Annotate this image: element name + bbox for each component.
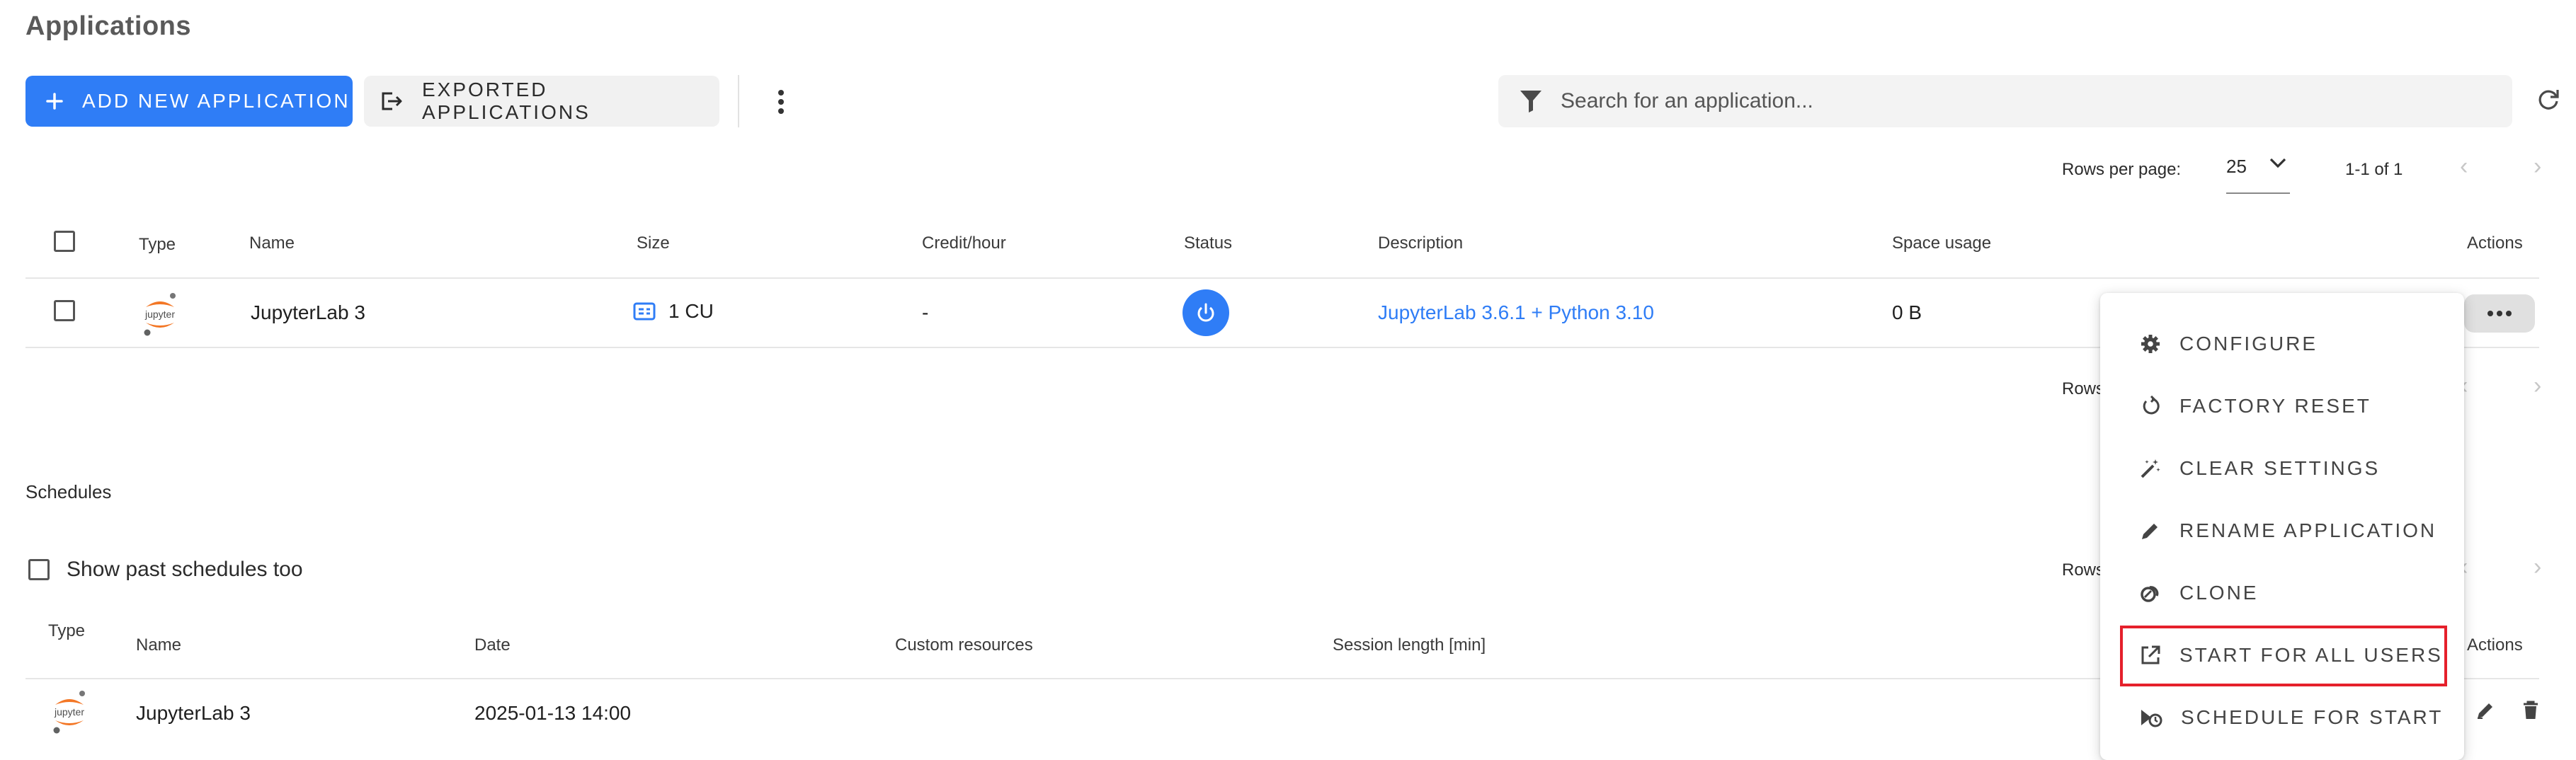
export-icon bbox=[380, 91, 404, 112]
show-past-checkbox[interactable] bbox=[28, 559, 50, 580]
show-past-label: Show past schedules too bbox=[67, 558, 303, 581]
menu-item-label: CLEAR SETTINGS bbox=[2179, 457, 2381, 479]
search-input[interactable] bbox=[1559, 88, 2512, 114]
schedule-icon bbox=[2140, 707, 2162, 728]
app-description-link[interactable]: JupyterLab 3.6.1 + Python 3.10 bbox=[1378, 301, 1654, 324]
rows-label-truncated-schedules: Rows bbox=[2062, 560, 2105, 580]
menu-item-label: START FOR ALL USERS bbox=[2179, 644, 2443, 666]
menu-item-label: FACTORY RESET bbox=[2179, 395, 2371, 417]
restart-icon bbox=[2140, 396, 2161, 417]
row-actions-menu: CONFIGURE FACTORY RESET CLEAR SETTINGS R… bbox=[2100, 293, 2464, 760]
add-new-application-label: ADD NEW APPLICATION bbox=[82, 90, 351, 112]
pencil-icon bbox=[2140, 520, 2161, 541]
menu-item-clear-settings[interactable]: CLEAR SETTINGS bbox=[2100, 437, 2464, 500]
menu-item-label: CONFIGURE bbox=[2179, 333, 2318, 355]
column-header-type: Type bbox=[139, 235, 176, 254]
show-past-schedules-toggle[interactable]: Show past schedules too bbox=[28, 558, 303, 582]
magic-wand-icon bbox=[2140, 458, 2161, 479]
schedule-header-date: Date bbox=[474, 635, 511, 655]
schedules-title: Schedules bbox=[25, 481, 112, 502]
next-page-icon-schedules[interactable]: › bbox=[2534, 553, 2541, 581]
schedule-date: 2025-01-13 14:00 bbox=[474, 702, 632, 724]
menu-item-label: SCHEDULE FOR START bbox=[2181, 706, 2444, 728]
start-application-button[interactable] bbox=[1182, 289, 1229, 336]
app-size-value: 1 CU bbox=[668, 300, 714, 322]
column-header-size: Size bbox=[637, 234, 670, 253]
open-external-icon bbox=[2140, 645, 2161, 666]
schedule-header-name: Name bbox=[136, 635, 182, 655]
gear-icon bbox=[2140, 333, 2161, 355]
column-header-status: Status bbox=[1184, 234, 1233, 253]
column-header-name: Name bbox=[249, 234, 295, 253]
rows-per-page-select[interactable]: 25 bbox=[2226, 156, 2290, 194]
vertical-dots-icon bbox=[777, 89, 785, 115]
power-icon bbox=[1195, 302, 1216, 323]
rows-label-truncated: Rows bbox=[2062, 379, 2105, 398]
column-header-space-usage: Space usage bbox=[1892, 234, 1992, 253]
schedule-header-type: Type bbox=[48, 621, 86, 640]
column-header-actions: Actions bbox=[2467, 234, 2523, 253]
menu-item-label: RENAME APPLICATION bbox=[2179, 519, 2437, 541]
jupyter-logo-icon: jupyter bbox=[140, 292, 180, 336]
schedule-header-session-length: Session length [min] bbox=[1333, 635, 1486, 655]
app-name: JupyterLab 3 bbox=[251, 301, 365, 323]
app-space-usage: 0 B bbox=[1892, 301, 1922, 323]
select-all-checkbox[interactable] bbox=[54, 231, 75, 252]
menu-item-factory-reset[interactable]: FACTORY RESET bbox=[2100, 375, 2464, 437]
more-options-button[interactable] bbox=[769, 86, 793, 117]
search-bar bbox=[1498, 75, 2512, 127]
delete-schedule-icon[interactable] bbox=[2522, 701, 2539, 720]
horizontal-dots-icon bbox=[2487, 310, 2512, 317]
refresh-icon[interactable] bbox=[2536, 88, 2560, 112]
cpu-card-icon bbox=[633, 302, 656, 321]
pagination-range: 1-1 of 1 bbox=[2345, 160, 2403, 179]
clone-icon bbox=[2140, 582, 2161, 604]
column-header-credit: Credit/hour bbox=[922, 234, 1006, 253]
menu-item-label: CLONE bbox=[2179, 582, 2259, 604]
filter-icon bbox=[1520, 89, 1542, 113]
app-credit: - bbox=[922, 301, 929, 323]
jupyter-logo-text: jupyter bbox=[54, 706, 84, 718]
add-new-application-button[interactable]: ADD NEW APPLICATION bbox=[25, 76, 353, 127]
edit-schedule-icon[interactable] bbox=[2475, 701, 2495, 720]
page-title: Applications bbox=[25, 11, 192, 41]
toolbar-divider bbox=[738, 75, 739, 127]
menu-item-clone[interactable]: CLONE bbox=[2100, 562, 2464, 624]
next-page-icon[interactable]: › bbox=[2534, 153, 2541, 180]
rows-per-page-value: 25 bbox=[2226, 156, 2247, 177]
schedule-app-name: JupyterLab 3 bbox=[136, 702, 251, 724]
app-size: 1 CU bbox=[633, 300, 714, 323]
menu-item-start-for-all-users[interactable]: START FOR ALL USERS bbox=[2100, 624, 2464, 686]
jupyter-logo-icon: jupyter bbox=[50, 689, 89, 734]
exported-applications-label: EXPORTED APPLICATIONS bbox=[422, 79, 591, 123]
menu-item-rename-application[interactable]: RENAME APPLICATION bbox=[2100, 500, 2464, 562]
plus-icon bbox=[45, 92, 64, 110]
rows-per-page-label: Rows per page: bbox=[2062, 160, 2182, 179]
prev-page-icon[interactable]: ‹ bbox=[2460, 153, 2468, 180]
exported-applications-button[interactable]: EXPORTED APPLICATIONS bbox=[364, 76, 719, 127]
chevron-down-icon bbox=[2268, 156, 2288, 170]
menu-item-schedule-for-start[interactable]: SCHEDULE FOR START bbox=[2100, 686, 2464, 749]
next-page-icon-bottom[interactable]: › bbox=[2534, 372, 2541, 400]
schedule-header-actions: Actions bbox=[2467, 635, 2523, 655]
row-checkbox[interactable] bbox=[54, 300, 75, 321]
schedule-header-custom-resources: Custom resources bbox=[895, 635, 1033, 655]
row-actions-button[interactable] bbox=[2464, 294, 2535, 333]
jupyter-logo-text: jupyter bbox=[144, 309, 175, 320]
column-header-description: Description bbox=[1378, 234, 1464, 253]
menu-item-configure[interactable]: CONFIGURE bbox=[2100, 313, 2464, 375]
